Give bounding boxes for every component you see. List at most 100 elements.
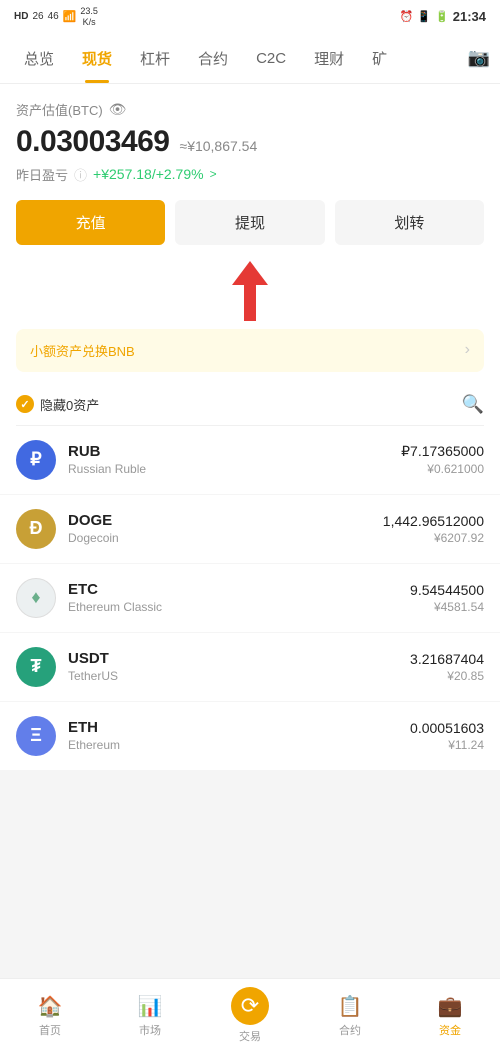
coin-fullname-usdt: TetherUS — [68, 669, 410, 683]
coin-name-eth: ETH — [68, 719, 410, 736]
action-buttons: 充值 提现 划转 — [16, 200, 484, 245]
list-item[interactable]: Ξ ETH Ethereum 0.00051603 ¥11.24 — [0, 702, 500, 771]
coin-fullname-etc: Ethereum Classic — [68, 600, 410, 614]
bottom-nav-contract[interactable]: 📋 合约 — [320, 994, 380, 1038]
coin-balance-rub: ₽7.17365000 ¥0.621000 — [401, 443, 484, 476]
coin-amount-doge: 1,442.96512000 — [383, 513, 484, 529]
bottom-nav: 🏠 首页 📊 市场 ⟳ 交易 📋 合约 💼 资金 — [0, 978, 500, 1056]
coin-balance-etc: 9.54544500 ¥4581.54 — [410, 582, 484, 614]
alarm-icon: ⏰ — [400, 10, 414, 23]
filter-left: ✓ 隐藏0资产 — [16, 395, 99, 414]
status-4g: 46 — [48, 11, 59, 22]
sim-icon: 📱 — [417, 10, 431, 23]
status-signal: 26 — [32, 11, 43, 22]
withdraw-button[interactable]: 提现 — [175, 200, 324, 245]
camera-button[interactable]: 📷 — [468, 48, 490, 69]
pnl-value: +¥257.18/+2.79% — [93, 166, 204, 182]
eth-symbol: Ξ — [30, 725, 42, 746]
home-icon: 🏠 — [38, 994, 63, 1019]
nav-item-contract[interactable]: 合约 — [184, 34, 242, 83]
eye-icon[interactable]: 👁 — [109, 101, 127, 118]
coin-info-rub: RUB Russian Ruble — [68, 443, 401, 476]
coin-info-usdt: USDT TetherUS — [68, 650, 410, 683]
doge-symbol: Ð — [30, 518, 43, 539]
annotation-arrow — [16, 261, 484, 321]
coin-fullname-rub: Russian Ruble — [68, 462, 401, 476]
contract-label: 合约 — [339, 1022, 361, 1038]
coin-icon-etc: ♦ — [16, 578, 56, 618]
transfer-button[interactable]: 划转 — [335, 200, 484, 245]
funds-label: 资金 — [439, 1022, 461, 1038]
balance-approx: ≈¥10,867.54 — [180, 138, 258, 154]
wifi-icon: 📶 — [63, 10, 77, 23]
nav-item-c2c[interactable]: C2C — [242, 36, 300, 81]
filter-label: 隐藏0资产 — [40, 395, 99, 414]
arrow-body — [244, 285, 256, 321]
list-item[interactable]: Ð DOGE Dogecoin 1,442.96512000 ¥6207.92 — [0, 495, 500, 564]
checkmark-icon: ✓ — [20, 398, 29, 411]
market-label: 市场 — [139, 1022, 161, 1038]
coin-amount-rub: ₽7.17365000 — [401, 443, 484, 460]
status-time: 21:34 — [453, 9, 486, 24]
coin-amount-eth: 0.00051603 — [410, 720, 484, 736]
coin-balance-usdt: 3.21687404 ¥20.85 — [410, 651, 484, 683]
hide-zero-checkbox[interactable]: ✓ — [16, 395, 34, 413]
deposit-button[interactable]: 充值 — [16, 200, 165, 245]
pnl-expand-arrow[interactable]: > — [210, 167, 217, 181]
top-nav: 总览 现货 杠杆 合约 C2C 理财 矿 📷 — [0, 34, 500, 84]
coin-info-doge: DOGE Dogecoin — [68, 512, 383, 545]
status-bar: HD 26 46 📶 23.5K/s ⏰ 📱 🔋 21:34 — [0, 0, 500, 34]
coin-cny-eth: ¥11.24 — [410, 738, 484, 752]
bottom-nav-home[interactable]: 🏠 首页 — [20, 994, 80, 1038]
bottom-nav-funds[interactable]: 💼 资金 — [420, 994, 480, 1038]
status-network: HD — [14, 11, 28, 22]
home-label: 首页 — [39, 1022, 61, 1038]
coin-balance-doge: 1,442.96512000 ¥6207.92 — [383, 513, 484, 545]
trade-label: 交易 — [239, 1028, 261, 1044]
bottom-nav-trade[interactable]: ⟳ 交易 — [220, 987, 280, 1044]
coin-icon-doge: Ð — [16, 509, 56, 549]
small-asset-banner[interactable]: 小额资产兑换BNB › — [16, 329, 484, 372]
asset-label-text: 资产估值(BTC) — [16, 100, 103, 119]
coin-name-etc: ETC — [68, 581, 410, 598]
status-left: HD 26 46 📶 23.5K/s — [14, 6, 98, 28]
list-item[interactable]: ₽ RUB Russian Ruble ₽7.17365000 ¥0.62100… — [0, 426, 500, 495]
coin-cny-rub: ¥0.621000 — [401, 462, 484, 476]
battery-icon: 🔋 — [435, 10, 449, 23]
usdt-symbol: ₮ — [31, 656, 42, 677]
coin-cny-etc: ¥4581.54 — [410, 600, 484, 614]
rub-symbol: ₽ — [30, 449, 41, 470]
nav-item-spot[interactable]: 现货 — [68, 34, 126, 83]
banner-text: 小额资产兑换BNB — [30, 341, 135, 360]
asset-label-row: 资产估值(BTC) 👁 — [16, 100, 484, 119]
pnl-row: 昨日盈亏 ⓘ +¥257.18/+2.79% > — [16, 165, 484, 184]
market-icon: 📊 — [138, 994, 163, 1019]
coin-info-etc: ETC Ethereum Classic — [68, 581, 410, 614]
banner-arrow-icon: › — [465, 341, 470, 359]
search-button[interactable]: 🔍 — [462, 394, 484, 415]
coin-icon-eth: Ξ — [16, 716, 56, 756]
search-icon: 🔍 — [462, 394, 484, 414]
coin-info-eth: ETH Ethereum — [68, 719, 410, 752]
coin-icon-rub: ₽ — [16, 440, 56, 480]
trade-icon: ⟳ — [231, 987, 269, 1025]
bottom-nav-market[interactable]: 📊 市场 — [120, 994, 180, 1038]
nav-item-leverage[interactable]: 杠杆 — [126, 34, 184, 83]
filter-row: ✓ 隐藏0资产 🔍 — [16, 386, 484, 425]
balance-btc: 0.03003469 — [16, 125, 170, 159]
arrow-head — [232, 261, 268, 285]
nav-item-finance[interactable]: 理财 — [300, 34, 358, 83]
status-right: ⏰ 📱 🔋 21:34 — [400, 9, 486, 24]
coin-icon-usdt: ₮ — [16, 647, 56, 687]
etc-symbol: ♦ — [31, 587, 40, 608]
nav-item-mining[interactable]: 矿 — [358, 34, 401, 83]
coin-amount-usdt: 3.21687404 — [410, 651, 484, 667]
red-arrow-icon — [232, 261, 268, 321]
info-icon: ⓘ — [74, 165, 87, 184]
status-speed: 23.5K/s — [80, 6, 98, 28]
nav-item-overview[interactable]: 总览 — [10, 34, 68, 83]
list-item[interactable]: ₮ USDT TetherUS 3.21687404 ¥20.85 — [0, 633, 500, 702]
list-item[interactable]: ♦ ETC Ethereum Classic 9.54544500 ¥4581.… — [0, 564, 500, 633]
coin-fullname-eth: Ethereum — [68, 738, 410, 752]
coin-balance-eth: 0.00051603 ¥11.24 — [410, 720, 484, 752]
